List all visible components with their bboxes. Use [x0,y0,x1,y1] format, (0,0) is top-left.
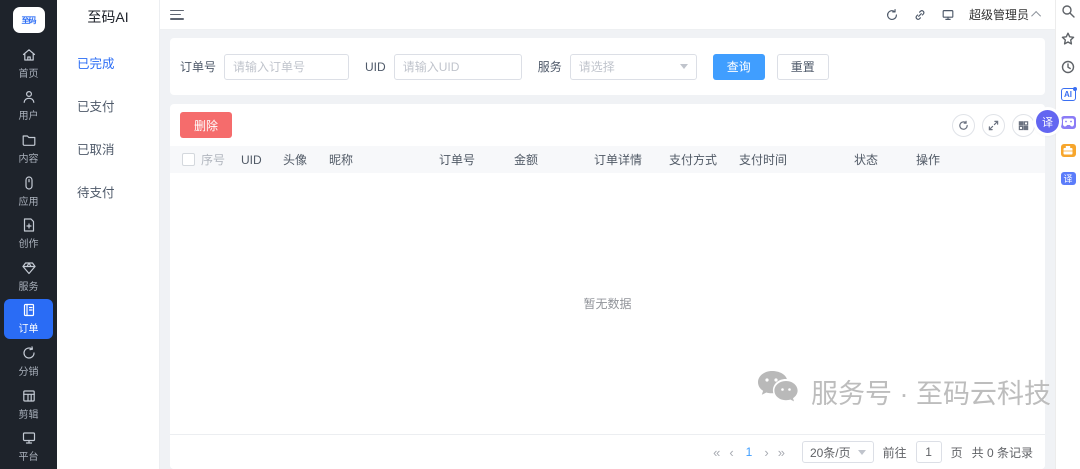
collapse-menu-icon[interactable] [170,9,184,20]
platform-icon [22,432,35,444]
search-form: 订单号 UID 服务 请选择 查询 重置 [170,38,1045,95]
sidebar-item-distribution[interactable]: 分销 [4,341,53,382]
table-refresh-button[interactable] [952,113,975,137]
service-icon [21,262,36,274]
sidebar-item-home[interactable]: 首页 [4,43,53,84]
submenu-item-completed[interactable]: 已完成 [57,41,159,84]
select-all-checkbox[interactable] [182,153,195,166]
browser-extension-strip: AI 译 [1055,0,1080,469]
service-label: 服务 [537,60,562,74]
translate-extension-icon[interactable]: 译 [1060,171,1076,186]
col-index: 序号 [201,153,226,167]
clip-icon [22,390,35,402]
chevron-down-icon [679,64,688,69]
order-no-label: 订单号 [180,60,217,74]
user-icon [23,91,34,104]
table-refresh-icon [959,120,968,130]
monitor-icon[interactable] [941,8,955,22]
service-select[interactable]: 请选择 [569,53,697,80]
col-amount: 金额 [514,153,539,167]
order-no-input[interactable] [224,53,350,80]
submenu-item-unpaid[interactable]: 待支付 [57,170,159,213]
table-header-row: 序号 UID 头像 昵称 订单号 金额 订单详情 支付方式 支付时间 状态 操作 [170,146,1045,173]
sidebar-item-platform[interactable]: 平台 [4,426,53,467]
fullscreen-button[interactable] [982,113,1005,137]
games-extension-icon[interactable] [1060,115,1076,130]
ai-extension-icon[interactable]: AI [1060,87,1077,102]
main-area: 超级管理员 订单号 UID 服务 请选择 查询 重置 [160,0,1055,469]
page-unit-label: 页 [950,445,963,460]
col-status: 状态 [854,153,879,167]
primary-sidebar: 至码 首页 用户 内容 应用 创作 服务 订单 分销 剪辑 平台 [0,0,57,469]
empty-text: 暂无数据 [583,297,632,311]
toolbox-extension-icon[interactable] [1060,143,1076,158]
star-icon[interactable] [1061,31,1076,46]
refresh-icon[interactable] [885,8,899,22]
page-size-value: 20条/页 [809,445,851,460]
table-toolbar: 删除 [170,104,1045,146]
order-icon [23,304,34,317]
current-page[interactable]: 1 [743,445,756,459]
sidebar-item-content[interactable]: 内容 [4,128,53,169]
service-select-value: 请选择 [578,60,615,74]
empty-state: 暂无数据 [170,173,1045,434]
app-logo[interactable]: 至码 [12,7,45,34]
query-button[interactable]: 查询 [712,53,765,80]
search-icon[interactable] [1061,3,1076,18]
orders-table-card: 删除 序号 UID 头像 昵称 订单号 金额 订单详情 支付方式 支付时间 状态… [170,104,1045,469]
goto-label: 前往 [882,445,907,460]
sidebar-item-apps[interactable]: 应用 [4,171,53,212]
sidebar-item-orders[interactable]: 订单 [4,298,53,340]
secondary-sidebar: 至码AI 已完成 已支付 已取消 待支付 [57,0,160,469]
col-uid: UID [241,152,262,167]
col-avatar: 头像 [283,153,308,167]
last-page-button[interactable]: » [778,445,785,460]
app-window: 至码 首页 用户 内容 应用 创作 服务 订单 分销 剪辑 平台 至码AI 已完… [0,0,1080,469]
topbar: 超级管理员 [160,0,1055,30]
admin-dropdown[interactable]: 超级管理员 [968,6,1042,23]
page-size-select[interactable]: 20条/页 [801,441,874,463]
column-settings-button[interactable] [1012,113,1035,137]
app-logo-text: 至码 [21,15,37,25]
submenu-item-cancelled[interactable]: 已取消 [57,127,159,170]
fullscreen-icon [988,120,999,130]
uid-label: UID [365,59,386,74]
reset-button[interactable]: 重置 [776,53,829,80]
total-records: 共 0 条记录 [971,445,1033,460]
distribution-icon [22,346,35,359]
sidebar-item-users[interactable]: 用户 [4,86,53,127]
col-action: 操作 [916,153,941,167]
chevron-up-icon [1031,10,1042,21]
sidebar-item-create[interactable]: 创作 [4,213,53,254]
app-icon [24,176,33,190]
home-icon [22,49,35,61]
admin-name: 超级管理员 [968,8,1029,22]
col-order-detail: 订单详情 [594,153,643,167]
submenu-item-paid[interactable]: 已支付 [57,84,159,127]
col-pay-time: 支付时间 [739,153,788,167]
delete-button[interactable]: 删除 [180,112,233,138]
col-order-no: 订单号 [439,153,476,167]
goto-page-input[interactable] [915,441,942,463]
col-nickname: 昵称 [329,153,354,167]
col-pay-method: 支付方式 [669,153,718,167]
next-page-button[interactable]: › [764,445,768,460]
sidebar-item-services[interactable]: 服务 [4,256,53,297]
link-icon[interactable] [913,8,927,22]
column-settings-icon [1018,120,1029,130]
uid-input[interactable] [393,53,522,80]
prev-page-button[interactable]: ‹ [729,445,733,460]
sidebar-item-clip[interactable]: 剪辑 [4,384,53,425]
chevron-down-icon [857,449,866,455]
folder-icon [22,135,35,146]
brand-title: 至码AI [87,9,129,25]
create-icon [23,218,34,232]
content-area: 订单号 UID 服务 请选择 查询 重置 删除 [160,30,1055,469]
history-clock-icon[interactable] [1061,59,1076,74]
floating-translate-badge[interactable]: 译 [1036,110,1059,133]
pagination: « ‹ 1 › » 20条/页 前往 页 共 0 条记录 [170,435,1045,469]
first-page-button[interactable]: « [713,445,720,460]
